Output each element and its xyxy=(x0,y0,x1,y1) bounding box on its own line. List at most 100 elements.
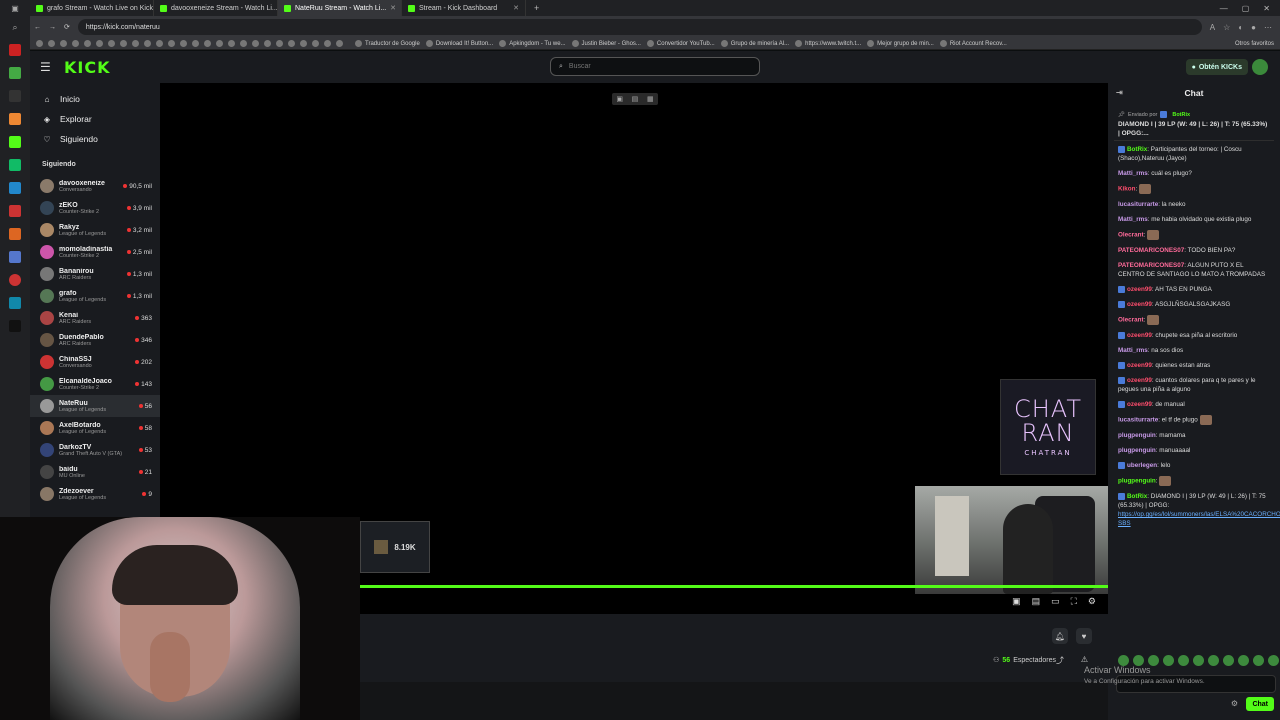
bookmark-item[interactable]: Grupo de minería Al... xyxy=(720,40,789,47)
app-icon[interactable] xyxy=(9,90,21,102)
nav-item-explorar[interactable]: ◈ Explorar xyxy=(30,109,160,129)
bookmark-favicon-icon[interactable] xyxy=(216,40,223,47)
chat-username[interactable]: Olecrant xyxy=(1118,317,1144,324)
bookmark-item[interactable]: Convertidor YouTub... xyxy=(646,40,715,47)
pinned-message[interactable]: 📌︎ Enviado por BotRix DIAMOND I | 39 LP … xyxy=(1114,109,1274,141)
bookmark-favicon-icon[interactable] xyxy=(48,40,55,47)
chat-username[interactable]: ozeen99 xyxy=(1127,286,1152,293)
followed-channel[interactable]: AxelBotardo League of Legends 58 xyxy=(30,417,160,439)
chat-username[interactable]: ozeen99 xyxy=(1127,362,1152,369)
followed-channel[interactable]: Zdezoever League of Legends 9 xyxy=(30,483,160,505)
bookmark-favicon-icon[interactable] xyxy=(132,40,139,47)
bookmark-favicon-icon[interactable] xyxy=(264,40,271,47)
browser-tab[interactable]: NateRuu Stream - Watch Li... ✕ xyxy=(278,0,402,16)
bookmark-favicon-icon[interactable] xyxy=(204,40,211,47)
get-kicks-button[interactable]: ● Obtén KICKs xyxy=(1185,59,1248,75)
share-icon[interactable]: ⤴ xyxy=(1056,655,1064,666)
kick-app-icon[interactable] xyxy=(9,136,21,148)
clip-button-icon[interactable]: ▤ xyxy=(1032,596,1041,607)
emote-icon[interactable] xyxy=(1238,655,1249,666)
bookmark-favicon-icon[interactable] xyxy=(108,40,115,47)
followed-channel[interactable]: NateRuu League of Legends 56 xyxy=(30,395,160,417)
bookmark-favicon-icon[interactable] xyxy=(228,40,235,47)
chat-username[interactable]: Olecrant xyxy=(1118,232,1144,239)
close-icon[interactable]: ✕ xyxy=(1263,4,1270,13)
chat-link[interactable]: https://op.gg/es/lol/summoners/las/ELSA%… xyxy=(1118,511,1280,527)
app-icon[interactable] xyxy=(9,113,21,125)
minimize-icon[interactable]: — xyxy=(1220,4,1228,13)
emote-icon[interactable] xyxy=(1253,655,1264,666)
followed-channel[interactable]: zEKO Counter-Strike 2 3,9 mil xyxy=(30,197,160,219)
bookmark-item[interactable]: Download It! Button... xyxy=(425,40,493,47)
chat-username[interactable]: lucasiturrarte xyxy=(1118,417,1158,424)
profile-icon[interactable]: ● xyxy=(1251,23,1256,32)
bookmark-favicon-icon[interactable] xyxy=(276,40,283,47)
app-icon[interactable] xyxy=(9,67,21,79)
bookmark-favicon-icon[interactable] xyxy=(240,40,247,47)
back-icon[interactable]: ← xyxy=(34,24,41,31)
chat-username[interactable]: PATEOMARICONES07 xyxy=(1118,262,1184,269)
fullscreen-icon[interactable]: ⛶ xyxy=(1071,596,1077,607)
notification-bell-icon[interactable]: 🔔︎ xyxy=(1052,628,1068,644)
tiktok-icon[interactable] xyxy=(9,320,21,332)
chat-username[interactable]: ozeen99 xyxy=(1127,401,1152,408)
nav-item-siguiendo[interactable]: ♡ Siguiendo xyxy=(30,129,160,149)
emote-icon[interactable] xyxy=(1268,655,1279,666)
search-input[interactable] xyxy=(566,62,737,71)
chat-settings-icon[interactable]: ⚙ xyxy=(1231,699,1238,708)
bookmark-favicon-icon[interactable] xyxy=(252,40,259,47)
pip-icon[interactable]: ▣ xyxy=(616,95,623,103)
chat-username[interactable]: ozeen99 xyxy=(1127,377,1152,384)
bookmark-favicon-icon[interactable] xyxy=(144,40,151,47)
bookmark-favicon-icon[interactable] xyxy=(156,40,163,47)
tab-close-icon[interactable]: ✕ xyxy=(390,4,396,12)
followed-channel[interactable]: ChinaSSJ Conversando 202 xyxy=(30,351,160,373)
clip-icon[interactable]: ▤ xyxy=(632,95,639,103)
bookmark-favicon-icon[interactable] xyxy=(336,40,343,47)
followed-channel[interactable]: Rakyz League of Legends 3,2 mil xyxy=(30,219,160,241)
bookmark-favicon-icon[interactable] xyxy=(60,40,67,47)
bookmark-favicon-icon[interactable] xyxy=(96,40,103,47)
browser-tab[interactable]: davooxeneize Stream - Watch Li...✕ xyxy=(154,0,278,16)
bookmark-item[interactable]: Riot Account Recov... xyxy=(939,40,1007,47)
nav-item-inicio[interactable]: ⌂ Inicio xyxy=(30,89,160,109)
hamburger-menu-icon[interactable]: ☰ xyxy=(40,60,64,74)
followed-channel[interactable]: grafo League of Legends 1,3 mil xyxy=(30,285,160,307)
bookmark-item[interactable]: https://www.twitch.t... xyxy=(795,40,861,47)
new-tab-button[interactable]: + xyxy=(526,3,547,13)
chat-username[interactable]: ozeen99 xyxy=(1127,301,1152,308)
app-icon[interactable] xyxy=(9,159,21,171)
followed-channel[interactable]: DuendePablo ARC Raiders 346 xyxy=(30,329,160,351)
app-icon[interactable] xyxy=(9,182,21,194)
bookmark-favicon-icon[interactable] xyxy=(168,40,175,47)
app-icon[interactable] xyxy=(9,44,21,56)
app-icon[interactable] xyxy=(9,274,21,286)
chat-username[interactable]: BotRix xyxy=(1127,493,1147,500)
followed-channel[interactable]: ElcanaldeJoaco Counter-Strike 2 143 xyxy=(30,373,160,395)
followed-channel[interactable]: DarkozTV Grand Theft Auto V (GTA) 53 xyxy=(30,439,160,461)
discord-icon[interactable] xyxy=(9,251,21,263)
chat-username[interactable]: Matti_rms xyxy=(1118,170,1148,177)
followed-channel[interactable]: momoladinastia Counter-Strike 2 2,5 mil xyxy=(30,241,160,263)
chat-username[interactable]: uberlegen xyxy=(1127,462,1157,469)
followed-channel[interactable]: baidu MU Online 21 xyxy=(30,461,160,483)
followed-channel[interactable]: Bananirou ARC Raiders 1,3 mil xyxy=(30,263,160,285)
user-avatar[interactable] xyxy=(1252,59,1268,75)
chat-username[interactable]: Kikon xyxy=(1118,186,1136,193)
settings-gear-icon[interactable]: ⚙ xyxy=(1088,596,1096,607)
bookmark-item[interactable]: Justin Bieber - Ghos... xyxy=(571,40,641,47)
extension-icon[interactable]: ◐ xyxy=(1238,23,1243,32)
bookmark-favicon-icon[interactable] xyxy=(192,40,199,47)
search-icon[interactable]: ⌕ xyxy=(12,22,17,33)
browser-tab[interactable]: Stream - Kick Dashboard ✕ xyxy=(402,0,526,16)
app-icon[interactable] xyxy=(9,205,21,217)
bookmark-favicon-icon[interactable] xyxy=(312,40,319,47)
bookmark-item[interactable]: Traductor de Google xyxy=(355,40,420,47)
chat-username[interactable]: PATEOMARICONES07 xyxy=(1118,247,1184,254)
forward-icon[interactable]: → xyxy=(49,24,56,31)
bookmark-favicon-icon[interactable] xyxy=(288,40,295,47)
collapse-chat-icon[interactable]: ⇥ xyxy=(1116,88,1123,97)
emote-icon[interactable] xyxy=(1208,655,1219,666)
reload-icon[interactable]: ⟳ xyxy=(64,23,70,31)
other-bookmarks[interactable]: Otros favoritos xyxy=(1235,41,1280,47)
